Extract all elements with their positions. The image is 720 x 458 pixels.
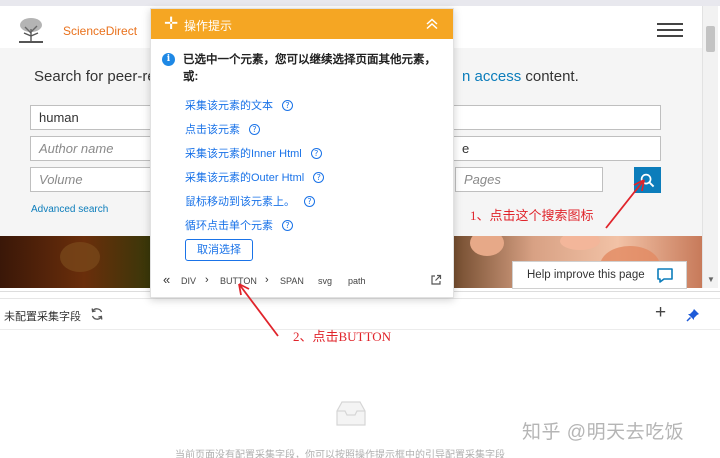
field-config-panel: 未配置采集字段 + 当前页面没有配置采集字段，你可以按照操作提示框中的引导配置采… <box>0 298 720 458</box>
element-breadcrumb: « DIV › BUTTON › SPAN svg path <box>161 272 451 290</box>
tips-header: ✛ 操作提示 <box>151 9 453 39</box>
breadcrumb-separator-icon: › <box>205 274 209 286</box>
zhihu-watermark: 知乎 @明天去吃饭 <box>522 422 685 443</box>
help-question-icon[interactable]: ? <box>249 124 260 135</box>
tips-title: 操作提示 <box>184 19 233 33</box>
info-icon: i <box>162 53 175 66</box>
double-chevron-left-icon[interactable]: « <box>163 272 170 287</box>
add-field-icon[interactable]: + <box>655 303 666 322</box>
pin-icon[interactable] <box>686 308 700 322</box>
help-improve-label: Help improve this page <box>527 269 645 281</box>
external-link-icon[interactable] <box>430 274 442 286</box>
search-heading-start: Search for peer-re <box>34 68 156 85</box>
option-loop-click[interactable]: 循环点击单个元素? <box>185 217 293 233</box>
scrollbar-thumb[interactable] <box>706 26 715 52</box>
option-label: 采集该元素的文本 <box>185 100 273 112</box>
option-collect-text[interactable]: 采集该元素的文本? <box>185 97 293 113</box>
annotation-step-2: 2、点击BUTTON <box>293 329 391 344</box>
scroll-down-arrow-icon[interactable]: ▼ <box>707 275 715 284</box>
journal-title-partial: e <box>462 141 470 156</box>
tips-message: 已选中一个元素，您可以继续选择页面其他元素，或: <box>183 54 436 83</box>
help-question-icon[interactable]: ? <box>313 172 325 183</box>
breadcrumb-path[interactable]: path <box>348 276 366 286</box>
help-question-icon[interactable]: ? <box>304 196 315 207</box>
option-collect-outer-html[interactable]: 采集该元素的Outer Html? <box>185 169 325 185</box>
breadcrumb-svg[interactable]: svg <box>318 276 332 286</box>
option-label: 采集该元素的Outer Html <box>185 172 305 184</box>
option-label: 点击该元素 <box>185 124 240 136</box>
option-label: 循环点击单个元素 <box>185 220 273 232</box>
breadcrumb-div[interactable]: DIV <box>181 276 196 286</box>
breadcrumb-separator-icon: › <box>265 274 269 286</box>
option-label: 采集该元素的Inner Html <box>185 148 302 160</box>
help-improve-button[interactable]: Help improve this page <box>512 261 687 289</box>
search-heading-tail: content. <box>521 68 579 85</box>
chat-icon <box>657 268 673 283</box>
empty-inbox-icon <box>336 401 366 426</box>
cancel-selection-button[interactable]: 取消选择 <box>185 239 253 261</box>
screenshot-root: ScienceDirect ▼ Search for peer-re n acc… <box>0 0 720 458</box>
refresh-icon[interactable] <box>90 307 104 321</box>
double-chevron-up-icon[interactable] <box>425 17 439 31</box>
panel-title: 未配置采集字段 <box>4 311 81 323</box>
search-terms-input-right[interactable] <box>453 105 661 130</box>
hamburger-menu-icon[interactable] <box>657 23 683 37</box>
journal-title-input[interactable]: e <box>453 136 661 161</box>
search-icon <box>640 173 655 187</box>
help-question-icon[interactable]: ? <box>282 100 293 111</box>
site-name[interactable]: ScienceDirect <box>63 24 137 38</box>
option-collect-inner-html[interactable]: 采集该元素的Inner Html? <box>185 145 322 161</box>
help-question-icon[interactable]: ? <box>310 148 322 159</box>
search-button[interactable] <box>634 167 661 193</box>
volume-input[interactable]: Volume <box>30 167 155 192</box>
empty-state-text: 当前页面没有配置采集字段，你可以按照操作提示框中的引导配置采集字段 <box>175 450 505 458</box>
advanced-search-link[interactable]: Advanced search <box>31 204 108 215</box>
drag-move-icon[interactable]: ✛ <box>164 15 178 32</box>
author-name-input[interactable]: Author name <box>30 136 155 161</box>
breadcrumb-span[interactable]: SPAN <box>280 276 304 286</box>
option-hover-element[interactable]: 鼠标移动到该元素上。? <box>185 193 315 209</box>
breadcrumb-button[interactable]: BUTTON <box>220 276 257 286</box>
browser-top-strip <box>0 0 720 6</box>
help-question-icon[interactable]: ? <box>282 220 293 231</box>
search-terms-input[interactable]: human <box>30 105 155 130</box>
open-access-link[interactable]: n access <box>462 68 521 85</box>
search-heading-end: n access content. <box>462 68 579 85</box>
annotation-step-1: 1、点击这个搜索图标 <box>470 208 594 223</box>
option-label: 鼠标移动到该元素上。 <box>185 196 295 208</box>
elsevier-tree-logo-icon[interactable] <box>16 15 46 45</box>
page-scrollbar[interactable]: ▼ <box>702 6 718 288</box>
operation-tips-popup: ✛ 操作提示 i 已选中一个元素，您可以继续选择页面其他元素，或: 采集该元素的… <box>150 8 454 298</box>
pages-input[interactable]: Pages <box>455 167 603 192</box>
option-click-element[interactable]: 点击该元素? <box>185 121 260 137</box>
